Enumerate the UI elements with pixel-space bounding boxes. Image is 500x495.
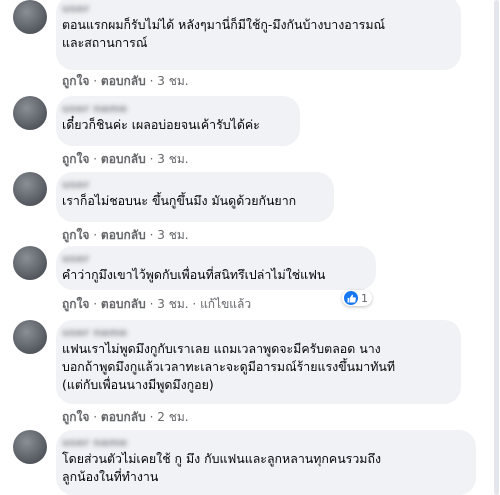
comment-actions: ถูกใจ · ตอบกลับ · 3 ชม. bbox=[62, 74, 189, 88]
timestamp[interactable]: 3 ชม. bbox=[157, 297, 188, 311]
like-button[interactable]: ถูกใจ bbox=[62, 410, 89, 424]
reply-button[interactable]: ตอบกลับ bbox=[101, 152, 146, 166]
like-button[interactable]: ถูกใจ bbox=[62, 228, 89, 242]
like-button[interactable]: ถูกใจ bbox=[62, 152, 89, 166]
comment-text: ตอนแรกผมก็รับไม่ได้ หลังๆมานี่ก็มีใช้กู-… bbox=[62, 17, 385, 50]
comment-actions: ถูกใจ · ตอบกลับ · 3 ชม. bbox=[62, 152, 189, 166]
avatar[interactable] bbox=[13, 172, 47, 206]
reaction-badge[interactable]: 1 bbox=[342, 290, 372, 306]
author-name[interactable]: user name bbox=[62, 436, 464, 450]
avatar[interactable] bbox=[13, 0, 47, 34]
comment-text: คำว่ากูมึงเขาไว้พูดกับเพื่อนที่สนิทรึเปล… bbox=[62, 267, 326, 282]
comment-text: เราก็อไม่ชอบนะ ขึ้นกูขึ้นมึง มันดูด้วยกั… bbox=[62, 193, 297, 208]
comment-bubble: user ตอนแรกผมก็รับไม่ได้ หลังๆมานี่ก็มีใ… bbox=[56, 0, 461, 70]
reply-button[interactable]: ตอบกลับ bbox=[101, 410, 146, 424]
reaction-count: 1 bbox=[361, 291, 368, 305]
avatar[interactable] bbox=[13, 430, 47, 464]
edited-label[interactable]: แก้ไขแล้ว bbox=[200, 297, 251, 311]
scrollbar[interactable] bbox=[494, 0, 499, 495]
comment-bubble: user name เดี๋ยวก็ชินค่ะ เผลอบ่อยจนเค้าร… bbox=[56, 96, 300, 146]
author-name[interactable]: user bbox=[62, 2, 449, 16]
reply-button[interactable]: ตอบกลับ bbox=[101, 297, 146, 311]
reply-button[interactable]: ตอบกลับ bbox=[101, 228, 146, 242]
comment-actions: ถูกใจ · ตอบกลับ · 3 ชม. · แก้ไขแล้ว bbox=[62, 297, 252, 311]
timestamp[interactable]: 3 ชม. bbox=[157, 152, 188, 166]
avatar[interactable] bbox=[13, 320, 47, 354]
reply-button[interactable]: ตอบกลับ bbox=[101, 74, 146, 88]
like-icon bbox=[344, 291, 358, 305]
timestamp[interactable]: 2 ชม. bbox=[157, 410, 188, 424]
author-name[interactable]: user bbox=[62, 178, 322, 192]
comment-actions: ถูกใจ · ตอบกลับ · 3 ชม. bbox=[62, 228, 189, 242]
comment-bubble: user เราก็อไม่ชอบนะ ขึ้นกูขึ้นมึง มันดูด… bbox=[56, 172, 334, 222]
like-button[interactable]: ถูกใจ bbox=[62, 74, 89, 88]
comment-text: เดี๋ยวก็ชินค่ะ เผลอบ่อยจนเค้ารับได้ค่ะ bbox=[62, 117, 260, 132]
comment-text: แฟนเราไม่พูดมึงกูกับเราเลย แถมเวลาพูดจะม… bbox=[62, 341, 396, 392]
avatar[interactable] bbox=[13, 96, 47, 130]
comment-bubble: user name แฟนเราไม่พูดมึงกูกับเราเลย แถม… bbox=[56, 320, 461, 404]
avatar[interactable] bbox=[13, 246, 47, 280]
comment-actions: ถูกใจ · ตอบกลับ · 2 ชม. bbox=[62, 410, 189, 424]
author-name[interactable]: user name bbox=[62, 102, 288, 116]
like-button[interactable]: ถูกใจ bbox=[62, 297, 89, 311]
timestamp[interactable]: 3 ชม. bbox=[157, 228, 188, 242]
comment-bubble: user คำว่ากูมึงเขาไว้พูดกับเพื่อนที่สนิท… bbox=[56, 246, 376, 290]
author-name[interactable]: user bbox=[62, 252, 364, 266]
comment-bubble: user name โดยส่วนตัวไม่เคยใช้ กู มึง กับ… bbox=[56, 430, 476, 495]
author-name[interactable]: user name bbox=[62, 326, 449, 340]
timestamp[interactable]: 3 ชม. bbox=[157, 74, 188, 88]
comment-text: โดยส่วนตัวไม่เคยใช้ กู มึง กับแฟนและลูกห… bbox=[62, 451, 382, 484]
